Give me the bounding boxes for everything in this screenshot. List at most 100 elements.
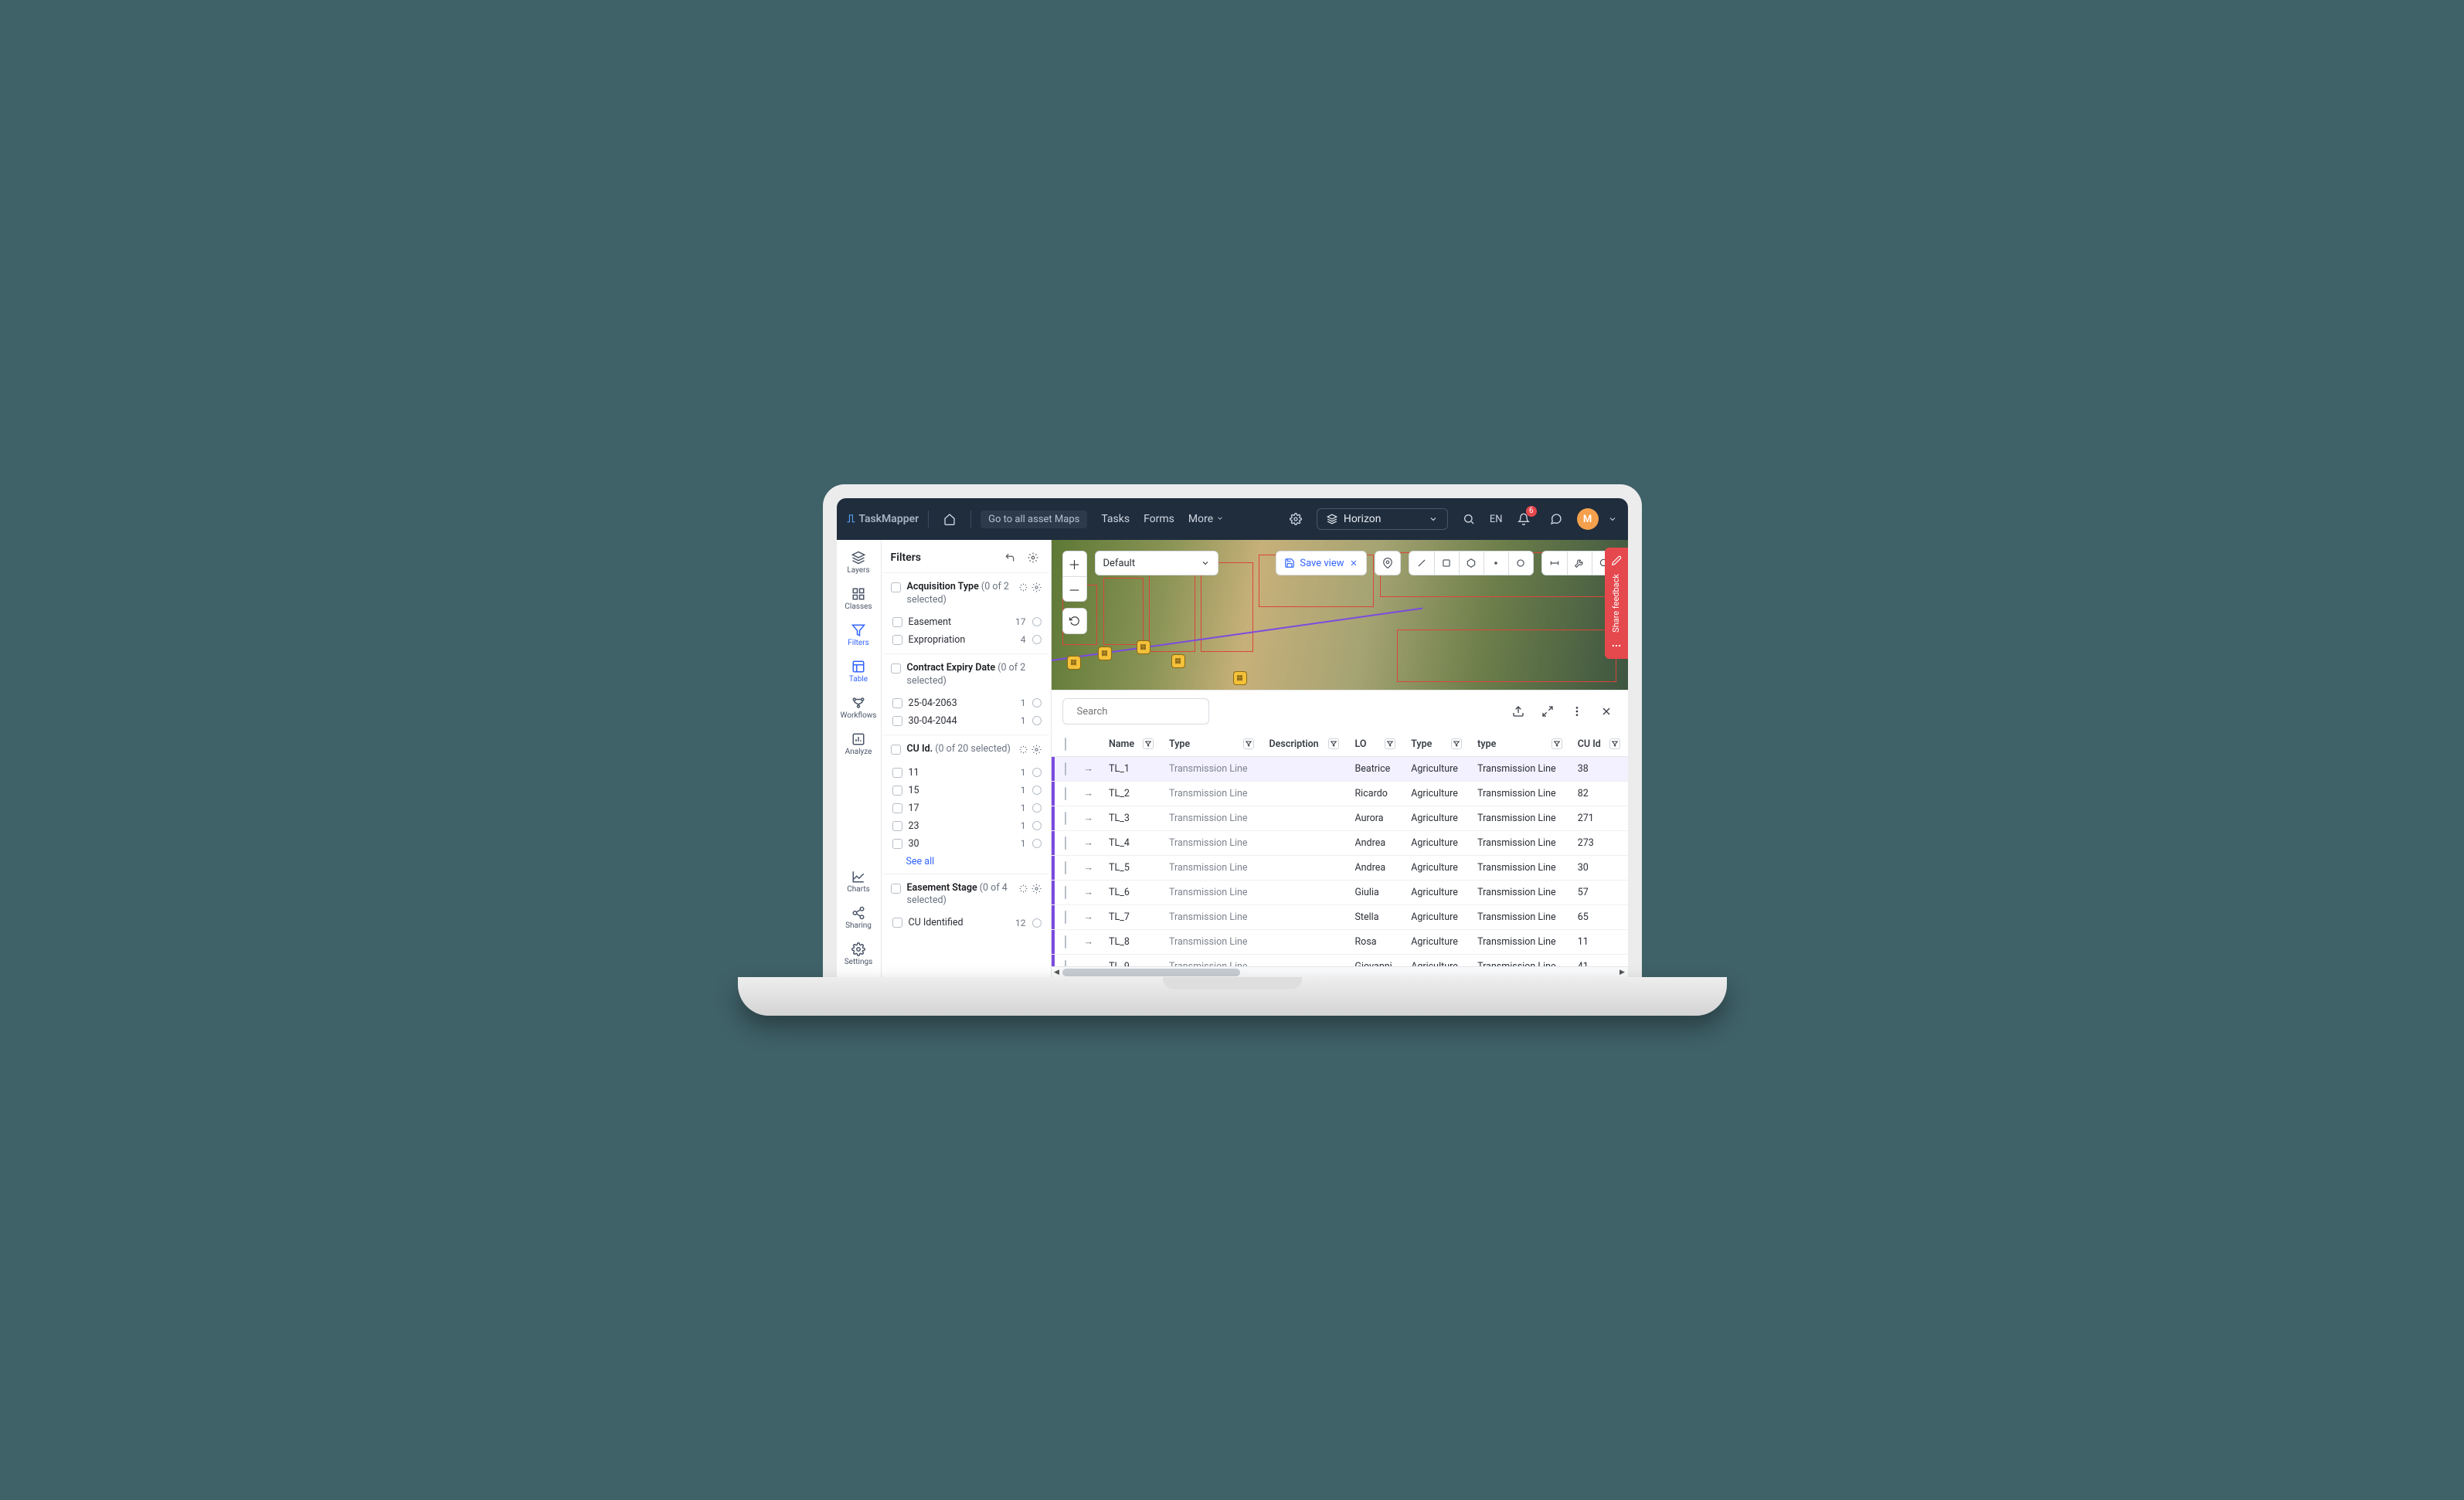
table-row[interactable]: → TL_6 Transmission Line Giulia Agricult… bbox=[1052, 881, 1628, 905]
column-filter-button[interactable] bbox=[1551, 738, 1562, 749]
filter-radio[interactable] bbox=[1032, 698, 1042, 708]
filter-group-checkbox[interactable] bbox=[891, 663, 901, 674]
filter-clear-button[interactable] bbox=[1018, 882, 1028, 897]
filter-checkbox[interactable] bbox=[892, 803, 902, 813]
rail-analyze[interactable]: Analyze bbox=[838, 728, 879, 761]
see-all-link[interactable]: See all bbox=[891, 853, 1042, 869]
nav-forms[interactable]: Forms bbox=[1144, 513, 1174, 525]
table-search[interactable] bbox=[1062, 698, 1209, 725]
filters-reset-button[interactable] bbox=[1001, 549, 1018, 566]
filter-radio[interactable] bbox=[1032, 768, 1042, 777]
table-row[interactable]: → TL_5 Transmission Line Andrea Agricult… bbox=[1052, 856, 1628, 881]
zoom-in-button[interactable]: ＋ bbox=[1063, 551, 1086, 576]
table-row[interactable]: → TL_1 Transmission Line Beatrice Agricu… bbox=[1052, 757, 1628, 782]
settings-gear-button[interactable] bbox=[1284, 507, 1307, 531]
filter-group-checkbox[interactable] bbox=[891, 884, 901, 894]
filter-checkbox[interactable] bbox=[892, 786, 902, 796]
filter-option[interactable]: Expropriation 4 bbox=[891, 631, 1042, 649]
filter-checkbox[interactable] bbox=[892, 918, 902, 928]
column-header[interactable]: LO bbox=[1347, 732, 1403, 757]
scroll-right-button[interactable]: ▶ bbox=[1617, 967, 1628, 977]
measure-tool[interactable] bbox=[1542, 551, 1567, 575]
breadcrumb[interactable]: Go to all asset Maps bbox=[981, 511, 1087, 528]
expand-button[interactable] bbox=[1537, 701, 1558, 722]
horizontal-scrollbar[interactable]: ◀ ▶ bbox=[1052, 966, 1628, 977]
table-row[interactable]: → TL_4 Transmission Line Andrea Agricult… bbox=[1052, 831, 1628, 856]
row-expand[interactable]: → bbox=[1076, 757, 1102, 782]
table-row[interactable]: → TL_2 Transmission Line Ricardo Agricul… bbox=[1052, 782, 1628, 806]
row-expand[interactable]: → bbox=[1076, 905, 1102, 930]
column-header[interactable]: CU Id bbox=[1570, 732, 1628, 757]
filter-radio[interactable] bbox=[1032, 635, 1042, 644]
table-more-button[interactable] bbox=[1566, 701, 1588, 722]
column-header[interactable]: type bbox=[1470, 732, 1570, 757]
user-avatar[interactable]: M bbox=[1577, 508, 1599, 530]
filter-checkbox[interactable] bbox=[892, 821, 902, 831]
row-expand[interactable]: → bbox=[1076, 856, 1102, 881]
filter-clear-button[interactable] bbox=[1018, 581, 1028, 596]
filter-config-button[interactable] bbox=[1031, 743, 1042, 758]
edit-tool[interactable] bbox=[1567, 551, 1592, 575]
column-header[interactable]: Description bbox=[1262, 732, 1348, 757]
notifications-button[interactable]: 6 bbox=[1512, 507, 1535, 531]
zoom-out-button[interactable]: － bbox=[1063, 576, 1086, 601]
rail-workflows[interactable]: Workflows bbox=[838, 691, 879, 725]
map-reset-view[interactable] bbox=[1062, 608, 1087, 634]
home-button[interactable] bbox=[938, 507, 961, 531]
column-filter-button[interactable] bbox=[1243, 738, 1254, 749]
row-checkbox[interactable] bbox=[1065, 762, 1066, 775]
filter-checkbox[interactable] bbox=[892, 617, 902, 627]
filter-clear-button[interactable] bbox=[1018, 743, 1028, 758]
filter-option[interactable]: CU Identified 12 bbox=[891, 914, 1042, 932]
filter-checkbox[interactable] bbox=[892, 635, 902, 645]
scroll-left-button[interactable]: ◀ bbox=[1052, 967, 1062, 977]
rail-charts[interactable]: Charts bbox=[838, 865, 879, 898]
column-header[interactable]: Name bbox=[1101, 732, 1161, 757]
row-checkbox[interactable] bbox=[1065, 935, 1066, 949]
chevron-down-icon[interactable] bbox=[1608, 514, 1617, 524]
draw-circle-tool[interactable] bbox=[1508, 551, 1533, 575]
close-icon[interactable] bbox=[1349, 558, 1358, 568]
filter-checkbox[interactable] bbox=[892, 716, 902, 726]
column-filter-button[interactable] bbox=[1451, 738, 1462, 749]
row-expand[interactable]: → bbox=[1076, 881, 1102, 905]
project-selector[interactable]: Horizon bbox=[1317, 508, 1448, 530]
filter-radio[interactable] bbox=[1032, 786, 1042, 795]
scrollbar-thumb[interactable] bbox=[1062, 969, 1240, 976]
chat-button[interactable] bbox=[1545, 507, 1568, 531]
rail-settings[interactable]: Settings bbox=[838, 938, 879, 971]
column-filter-button[interactable] bbox=[1328, 738, 1339, 749]
rail-classes[interactable]: Classes bbox=[838, 582, 879, 616]
feedback-tab[interactable]: Share feedback bbox=[1605, 548, 1628, 659]
row-expand[interactable]: → bbox=[1076, 831, 1102, 856]
rail-sharing[interactable]: Sharing bbox=[838, 901, 879, 935]
column-header[interactable]: Type bbox=[1161, 732, 1262, 757]
filter-checkbox[interactable] bbox=[892, 698, 902, 708]
save-view-button[interactable]: Save view bbox=[1276, 551, 1366, 575]
select-all-checkbox[interactable] bbox=[1065, 738, 1066, 751]
row-checkbox[interactable] bbox=[1065, 812, 1066, 825]
draw-point-tool[interactable] bbox=[1483, 551, 1508, 575]
rail-table[interactable]: Table bbox=[838, 655, 879, 688]
filter-radio[interactable] bbox=[1032, 821, 1042, 830]
filter-config-button[interactable] bbox=[1031, 882, 1042, 897]
filter-radio[interactable] bbox=[1032, 918, 1042, 928]
table-row[interactable]: → TL_7 Transmission Line Stella Agricult… bbox=[1052, 905, 1628, 930]
search-input[interactable] bbox=[1077, 706, 1205, 718]
filter-checkbox[interactable] bbox=[892, 768, 902, 778]
filter-option[interactable]: 30 1 bbox=[891, 835, 1042, 853]
row-checkbox[interactable] bbox=[1065, 837, 1066, 850]
data-table[interactable]: NameTypeDescriptionLOTypetypeCU Id → TL_… bbox=[1052, 732, 1628, 966]
row-checkbox[interactable] bbox=[1065, 861, 1066, 874]
table-row[interactable]: → TL_8 Transmission Line Rosa Agricultur… bbox=[1052, 930, 1628, 955]
filter-option[interactable]: 15 1 bbox=[891, 782, 1042, 799]
close-table-button[interactable] bbox=[1596, 701, 1617, 722]
nav-more[interactable]: More bbox=[1188, 513, 1224, 525]
column-filter-button[interactable] bbox=[1609, 738, 1620, 749]
app-logo[interactable]: ⎍ TaskMapper bbox=[848, 513, 919, 525]
table-row[interactable]: → TL_3 Transmission Line Aurora Agricult… bbox=[1052, 806, 1628, 831]
row-expand[interactable]: → bbox=[1076, 930, 1102, 955]
search-button[interactable] bbox=[1457, 507, 1480, 531]
filter-option[interactable]: 17 1 bbox=[891, 799, 1042, 817]
row-checkbox[interactable] bbox=[1065, 886, 1066, 899]
